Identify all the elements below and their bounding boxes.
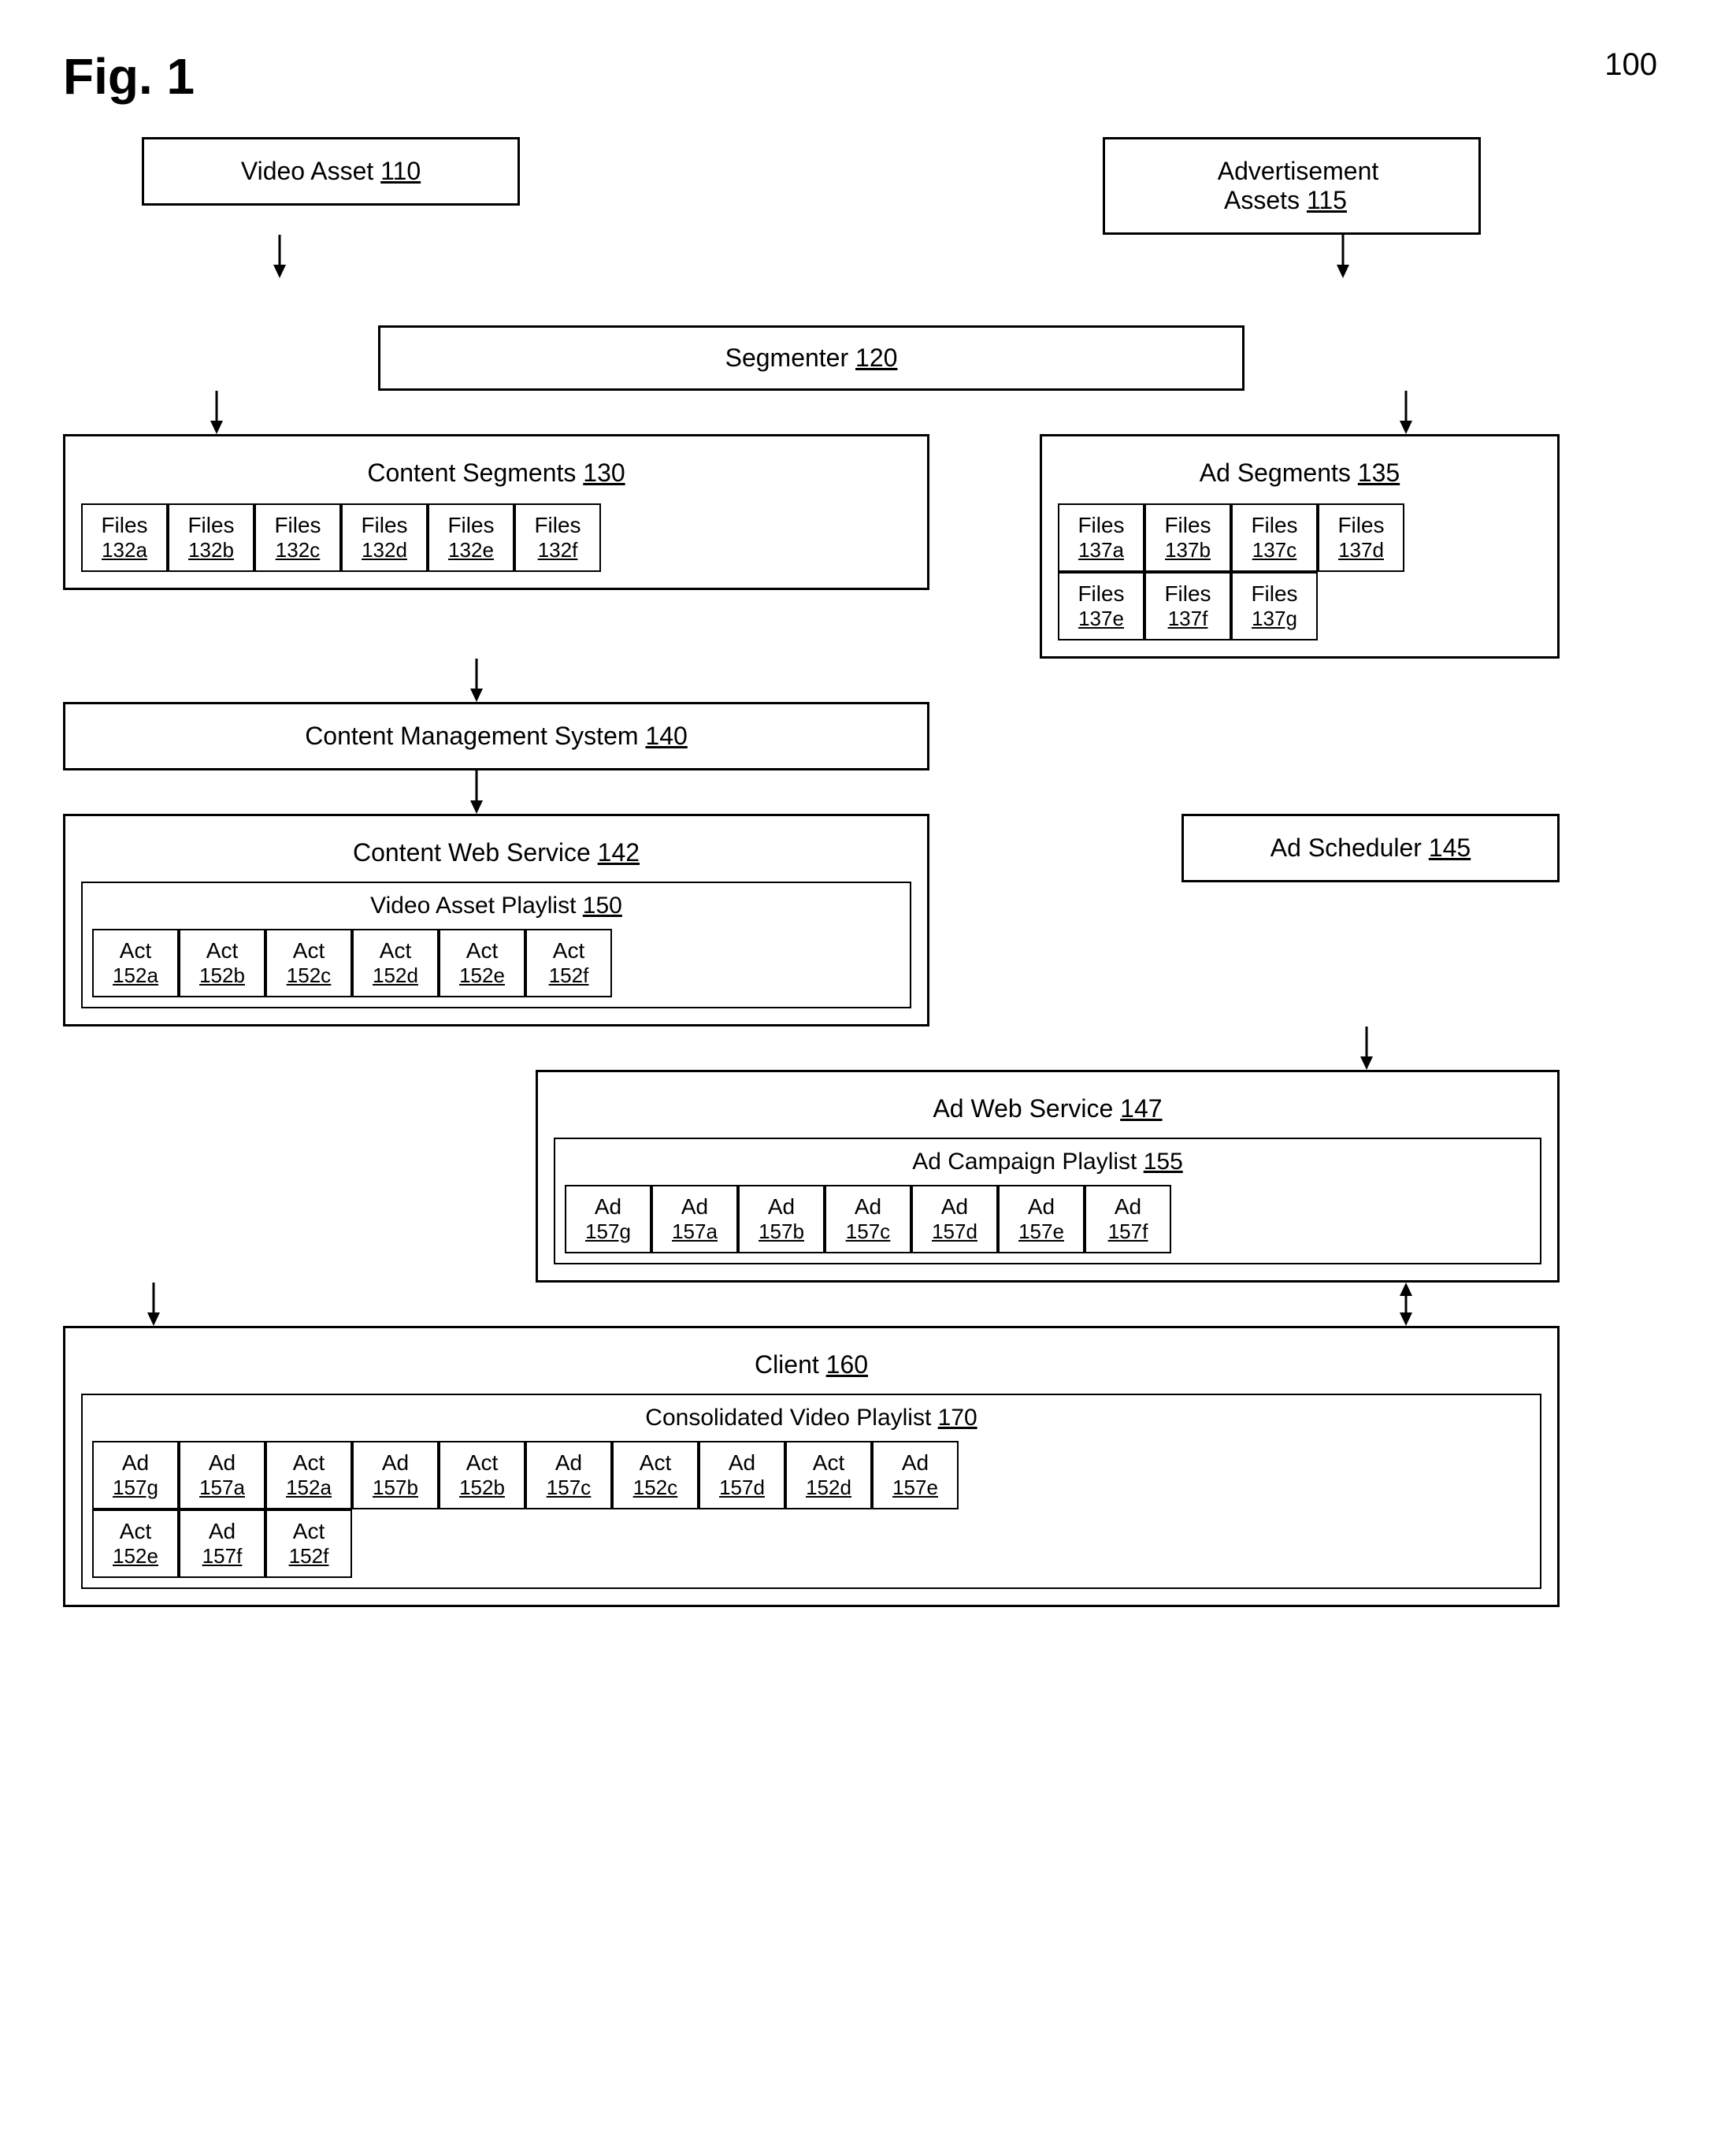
file-132b: Files132b [168, 503, 254, 572]
file-137a: Files137a [1058, 503, 1144, 572]
ad-157e: Ad157e [998, 1185, 1085, 1253]
file-137d: Files137d [1318, 503, 1404, 572]
vap-label: Video Asset Playlist 150 [92, 893, 900, 919]
con-act-152c: Act152c [612, 1441, 699, 1509]
file-137e: Files137e [1058, 572, 1144, 640]
con-act-152a: Act152a [265, 1441, 352, 1509]
file-137f: Files137f [1144, 572, 1231, 640]
consolidated-row-1: Ad157g Ad157a Act152a Ad157b Act152b Ad1… [92, 1441, 1530, 1509]
file-132d: Files132d [341, 503, 428, 572]
con-act-152e: Act152e [92, 1509, 179, 1578]
arrow-ad-to-segmenter [1331, 235, 1355, 278]
client-box: Client 160 Consolidated Video Playlist 1… [63, 1326, 1560, 1607]
con-ad-157d: Ad157d [699, 1441, 785, 1509]
segmenter-box: Segmenter 120 [378, 325, 1245, 391]
con-ad-157b: Ad157b [352, 1441, 439, 1509]
arrow-adws-to-client [1394, 1283, 1418, 1326]
ad-157f: Ad157f [1085, 1185, 1171, 1253]
con-act-152f: Act152f [265, 1509, 352, 1578]
ad-scheduler-box: Ad Scheduler 145 [1181, 814, 1560, 882]
arrow-content-to-cms [465, 659, 488, 702]
figure-label: Fig. 1 [63, 47, 1673, 106]
ad-157b: Ad157b [738, 1185, 825, 1253]
consolidated-playlist-box: Consolidated Video Playlist 170 Ad157g A… [81, 1394, 1541, 1589]
ad-157d: Ad157d [911, 1185, 998, 1253]
ad-assets-label: AdvertisementAssets 115 [1205, 150, 1379, 221]
ad-scheduler-label: Ad Scheduler 145 [1258, 827, 1483, 868]
file-137c: Files137c [1231, 503, 1318, 572]
arrow-cms-to-cws [465, 770, 488, 814]
act-152c: Act152c [265, 929, 352, 997]
con-ad-157f: Ad157f [179, 1509, 265, 1578]
con-ad-157e: Ad157e [872, 1441, 959, 1509]
act-files-row: Act152a Act152b Act152c Act152d Act152e … [92, 929, 900, 997]
video-asset-box: Video Asset 110 [142, 137, 520, 206]
ad-files-row-2: Files137e Files137f Files137g [1058, 572, 1541, 640]
con-act-152b: Act152b [439, 1441, 525, 1509]
content-files-row: Files132a Files132b Files132c Files132d … [81, 503, 911, 572]
act-152f: Act152f [525, 929, 612, 997]
acp-label: Ad Campaign Playlist 155 [565, 1149, 1530, 1175]
content-segments-box: Content Segments 130 Files132a Files132b… [63, 434, 929, 590]
ad-157c: Ad157c [825, 1185, 911, 1253]
ad-web-service-box: Ad Web Service 147 Ad Campaign Playlist … [536, 1070, 1560, 1283]
video-asset-playlist-box: Video Asset Playlist 150 Act152a Act152b… [81, 882, 911, 1008]
arrow-seg-to-content [205, 391, 228, 434]
file-132f: Files132f [514, 503, 601, 572]
file-137b: Files137b [1144, 503, 1231, 572]
arrow-video-to-segmenter [268, 235, 291, 278]
arrow-cws-to-client [142, 1283, 165, 1326]
ad-segments-box: Ad Segments 135 Files137a Files137b File… [1040, 434, 1560, 659]
act-152b: Act152b [179, 929, 265, 997]
arrow-adscheduler-to-adws [1355, 1027, 1378, 1070]
cvp-label: Consolidated Video Playlist 170 [92, 1405, 1530, 1431]
file-132c: Files132c [254, 503, 341, 572]
adws-label: Ad Web Service 147 [554, 1088, 1541, 1130]
file-137g: Files137g [1231, 572, 1318, 640]
file-132e: Files132e [428, 503, 514, 572]
ad-segments-label: Ad Segments 135 [1058, 452, 1541, 494]
arrow-seg-to-ad [1394, 391, 1418, 434]
act-152e: Act152e [439, 929, 525, 997]
act-152d: Act152d [352, 929, 439, 997]
con-ad-157a: Ad157a [179, 1441, 265, 1509]
content-segments-label: Content Segments 130 [81, 452, 911, 494]
con-act-152d: Act152d [785, 1441, 872, 1509]
ad-files-row-1: Files137a Files137b Files137c Files137d [1058, 503, 1541, 572]
client-label: Client 160 [81, 1344, 1541, 1386]
ad-assets-box: AdvertisementAssets 115 [1103, 137, 1481, 235]
ad-157a: Ad157a [651, 1185, 738, 1253]
ad-157g: Ad157g [565, 1185, 651, 1253]
consolidated-row-2: Act152e Ad157f Act152f [92, 1509, 1530, 1578]
cms-label: Content Management System 140 [292, 715, 700, 756]
con-ad-157c: Ad157c [525, 1441, 612, 1509]
ad-campaign-row: Ad157g Ad157a Ad157b Ad157c Ad157d Ad157… [565, 1185, 1530, 1253]
segmenter-label: Segmenter 120 [713, 337, 911, 378]
act-152a: Act152a [92, 929, 179, 997]
figure-number: 100 [1604, 47, 1657, 83]
video-asset-label: Video Asset 110 [228, 150, 433, 191]
cws-label: Content Web Service 142 [81, 832, 911, 874]
cms-box: Content Management System 140 [63, 702, 929, 770]
con-ad-157g: Ad157g [92, 1441, 179, 1509]
file-132a: Files132a [81, 503, 168, 572]
ad-campaign-playlist-box: Ad Campaign Playlist 155 Ad157g Ad157a A… [554, 1138, 1541, 1264]
content-web-service-box: Content Web Service 142 Video Asset Play… [63, 814, 929, 1027]
